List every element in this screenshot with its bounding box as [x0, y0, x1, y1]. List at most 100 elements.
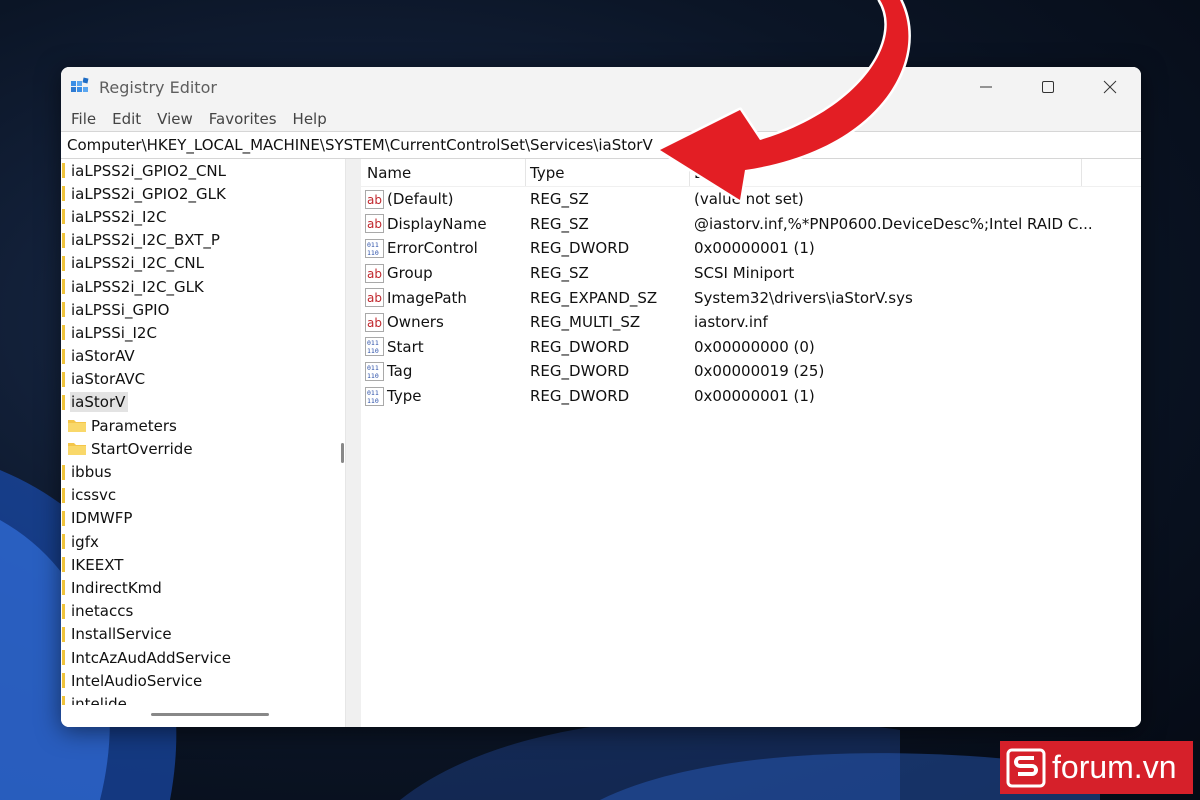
- value-row[interactable]: 011 110 Tag REG_DWORD 0x00000019 (25): [361, 359, 1141, 384]
- string-value-icon: ab: [365, 312, 384, 332]
- tree-item-label: intelide: [71, 694, 127, 705]
- menu-favorites[interactable]: Favorites: [201, 110, 285, 128]
- tree-horizontal-scroll-thumb[interactable]: [151, 713, 269, 716]
- tree-item[interactable]: iaLPSSi_GPIO: [61, 298, 332, 321]
- svg-text:110: 110: [367, 347, 379, 355]
- value-name-cell: ab DisplayName: [365, 212, 487, 237]
- tree-item[interactable]: iaStorAVC: [61, 368, 332, 391]
- value-name: Type: [387, 387, 422, 406]
- menu-help[interactable]: Help: [285, 110, 335, 128]
- tree-item[interactable]: Parameters: [61, 414, 332, 437]
- folder-icon: [62, 348, 65, 364]
- minimize-button[interactable]: [955, 67, 1017, 107]
- tree-item-label: ibbus: [71, 463, 112, 482]
- value-row[interactable]: 011 110 Start REG_DWORD 0x00000000 (0): [361, 335, 1141, 360]
- key-tree[interactable]: iaLPSS2i_GPIO2_CNL iaLPSS2i_GPIO2_GLK iaLP…: [61, 159, 332, 705]
- tree-item[interactable]: intelide: [61, 692, 332, 705]
- tree-item[interactable]: StartOverride: [61, 437, 332, 460]
- folder-icon: [62, 279, 65, 295]
- tree-item-label: iaLPSS2i_I2C_CNL: [71, 254, 205, 273]
- values-list[interactable]: Name Type Data ab (Default) REG_SZ (value n…: [361, 159, 1141, 727]
- address-path[interactable]: Computer\HKEY_LOCAL_MACHINE\SYSTEM\Curre…: [61, 136, 653, 154]
- tree-item[interactable]: iaLPSS2i_GPIO2_CNL: [61, 159, 332, 182]
- value-row[interactable]: 011 110 Type REG_DWORD 0x00000001 (1): [361, 384, 1141, 409]
- value-name: Tag: [387, 362, 413, 381]
- tree-item[interactable]: IntcAzAudAddService: [61, 646, 332, 669]
- brand-text: forum.vn: [1052, 749, 1177, 785]
- tree-item[interactable]: iaLPSS2i_GPIO2_GLK: [61, 182, 332, 205]
- tree-item-label: InstallService: [71, 625, 172, 644]
- tree-item[interactable]: ibbus: [61, 460, 332, 483]
- tree-item-label: IntcAzAudAddService: [71, 648, 231, 667]
- tree-horizontal-scrollbar[interactable]: [61, 705, 345, 727]
- close-button[interactable]: [1079, 67, 1141, 107]
- tree-item[interactable]: iaLPSS2i_I2C_GLK: [61, 275, 332, 298]
- svg-text:ab: ab: [367, 316, 382, 330]
- tree-item[interactable]: icssvc: [61, 484, 332, 507]
- tree-item[interactable]: iaStorAV: [61, 345, 332, 368]
- maximize-button[interactable]: [1017, 67, 1079, 107]
- menu-view[interactable]: View: [149, 110, 201, 128]
- tree-item-label: iaLPSS2i_GPIO2_CNL: [71, 161, 227, 180]
- binary-value-icon: 011110: [365, 337, 384, 357]
- column-divider[interactable]: [689, 159, 690, 186]
- column-divider[interactable]: [525, 159, 526, 186]
- pane-splitter[interactable]: [345, 159, 362, 727]
- menu-edit[interactable]: Edit: [104, 110, 149, 128]
- binary-value-icon: 011110: [365, 386, 384, 406]
- tree-item[interactable]: IndirectKmd: [61, 576, 332, 599]
- column-divider[interactable]: [1081, 159, 1082, 186]
- folder-icon: [62, 302, 65, 318]
- value-name: Start: [387, 337, 424, 356]
- value-data: iastorv.inf: [694, 313, 768, 332]
- tree-item[interactable]: iaLPSSi_I2C: [61, 321, 332, 344]
- value-type: REG_SZ: [530, 264, 589, 283]
- tree-item[interactable]: iaStorV: [61, 391, 332, 414]
- value-data: (value not set): [694, 190, 804, 209]
- tree-item-label: iaStorAVC: [71, 370, 146, 389]
- value-type: REG_DWORD: [530, 337, 630, 356]
- string-value-icon: ab: [365, 263, 384, 283]
- value-row[interactable]: ab ImagePath REG_EXPAND_SZ System32\drivers…: [361, 285, 1141, 310]
- value-data: 0x00000001 (1): [694, 239, 815, 258]
- value-row[interactable]: ab Owners REG_MULTI_SZ iastorv.inf: [361, 310, 1141, 335]
- value-row[interactable]: ab Group REG_SZ SCSI Miniport: [361, 261, 1141, 286]
- value-data: 0x00000019 (25): [694, 362, 825, 381]
- registry-editor-window: Registry Editor File Edit View Favorites…: [61, 67, 1141, 727]
- column-header-type[interactable]: Type: [530, 159, 564, 186]
- folder-icon: [62, 464, 65, 480]
- value-type: REG_MULTI_SZ: [530, 313, 641, 332]
- folder-icon: [62, 626, 65, 642]
- tree-item[interactable]: inetaccs: [61, 600, 332, 623]
- title-bar[interactable]: Registry Editor: [61, 67, 1141, 107]
- tree-item[interactable]: IntelAudioService: [61, 669, 332, 692]
- value-row[interactable]: ab DisplayName REG_SZ @iastorv.inf,%*PNP060…: [361, 212, 1141, 237]
- value-data: System32\drivers\iaStorV.sys: [694, 288, 913, 307]
- tree-item[interactable]: IDMWFP: [61, 507, 332, 530]
- column-header-data[interactable]: Data: [694, 159, 730, 186]
- tree-item-label: IDMWFP: [71, 509, 133, 528]
- value-row[interactable]: ab (Default) REG_SZ (value not set): [361, 187, 1141, 212]
- tree-item[interactable]: iaLPSS2i_I2C_BXT_P: [61, 229, 332, 252]
- tree-item[interactable]: iaLPSS2i_I2C_CNL: [61, 252, 332, 275]
- value-name: Group: [387, 264, 433, 283]
- tree-item[interactable]: InstallService: [61, 623, 332, 646]
- tree-item[interactable]: IKEEXT: [61, 553, 332, 576]
- string-value-icon: ab: [365, 214, 384, 234]
- folder-icon: [62, 510, 65, 526]
- tree-item-label: icssvc: [71, 486, 117, 505]
- address-bar[interactable]: Computer\HKEY_LOCAL_MACHINE\SYSTEM\Curre…: [61, 131, 1141, 159]
- value-name-cell: 011 110 ErrorControl: [365, 236, 478, 261]
- value-row[interactable]: 011 110 ErrorControl REG_DWORD 0x00000001 (1…: [361, 236, 1141, 261]
- column-header-name[interactable]: Name: [367, 159, 411, 186]
- binary-value-icon: 011110: [365, 238, 384, 258]
- menu-file[interactable]: File: [61, 110, 104, 128]
- tree-vertical-scrollbar[interactable]: [332, 159, 345, 705]
- folder-icon: [62, 650, 65, 666]
- tree-item[interactable]: iaLPSS2i_I2C: [61, 205, 332, 228]
- menu-bar: File Edit View Favorites Help: [61, 107, 1141, 131]
- svg-text:110: 110: [367, 249, 379, 257]
- tree-vertical-scroll-thumb[interactable]: [341, 443, 344, 463]
- svg-text:011: 011: [367, 241, 379, 249]
- tree-item[interactable]: igfx: [61, 530, 332, 553]
